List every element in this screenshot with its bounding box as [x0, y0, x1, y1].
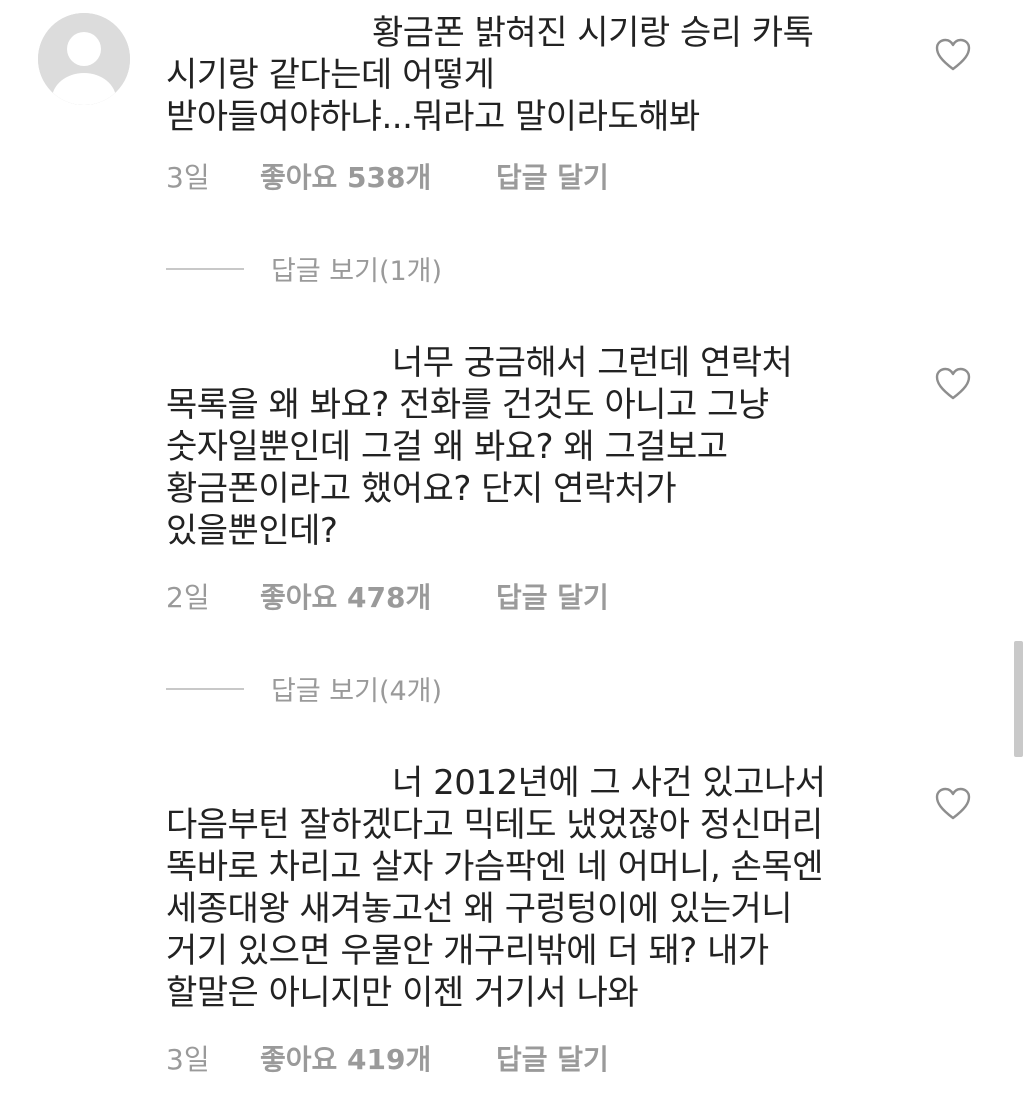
like-count[interactable]: 좋아요 419개 [260, 1042, 496, 1078]
heart-outline-icon[interactable] [935, 367, 971, 401]
comment-age: 2일 [166, 581, 210, 614]
like-count[interactable]: 좋아요 478개 [260, 580, 496, 616]
comment-age: 3일 [166, 161, 210, 194]
comment-meta: 3일 좋아요 538개 답글 달기 [166, 160, 609, 196]
comment-age: 3일 [166, 1043, 210, 1076]
heart-outline-icon[interactable] [935, 38, 971, 72]
scrollbar-thumb[interactable] [1014, 641, 1023, 757]
comment-text: 황금폰 밝혀진 시기랑 승리 카톡 시기랑 같다는데 어떻게 받아들여야하냐..… [166, 13, 814, 137]
comment-meta: 2일 좋아요 478개 답글 달기 [166, 580, 609, 616]
comment-text: 너 2012년에 그 사건 있고나서 다음부턴 잘하겠다고 믹테도 냈었잖아 정… [166, 763, 826, 1013]
reply-button[interactable]: 답글 달기 [496, 160, 609, 196]
divider-line [166, 267, 244, 270]
comment-meta: 3일 좋아요 419개 답글 달기 [166, 1042, 609, 1078]
view-replies-label: 답글 보기(4개) [271, 676, 443, 707]
view-replies-button[interactable]: 답글 보기(1개) [166, 249, 442, 288]
reply-button[interactable]: 답글 달기 [496, 580, 609, 616]
reply-button[interactable]: 답글 달기 [496, 1042, 609, 1078]
view-replies-label: 답글 보기(1개) [271, 256, 443, 287]
avatar[interactable] [38, 13, 130, 105]
heart-outline-icon[interactable] [935, 787, 971, 821]
divider-line [166, 687, 244, 690]
like-count[interactable]: 좋아요 538개 [260, 160, 496, 196]
view-replies-button[interactable]: 답글 보기(4개) [166, 669, 442, 708]
comment-text: 너무 궁금해서 그런데 연락처 목록을 왜 봐요? 전화를 건것도 아니고 그냥… [166, 343, 793, 551]
default-avatar-icon [38, 13, 130, 105]
